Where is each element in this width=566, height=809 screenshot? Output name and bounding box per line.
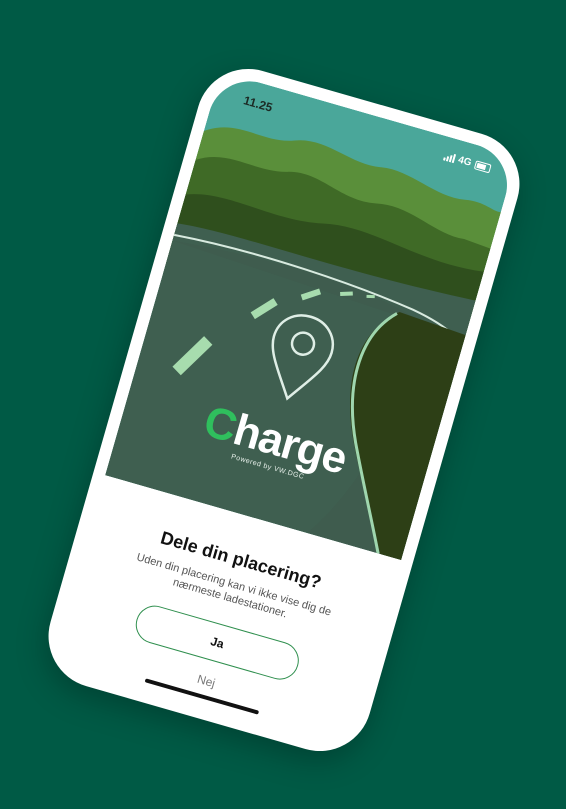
signal-icon xyxy=(442,151,456,164)
phone-mockup: 11.25 4G Charge Powered by VW.DGC Dele d… xyxy=(36,56,532,764)
